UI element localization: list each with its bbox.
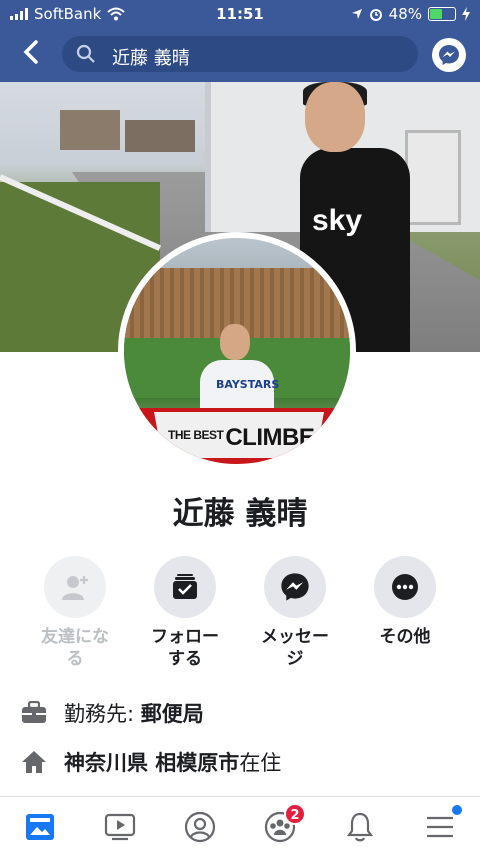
menu-icon: [427, 816, 453, 838]
search-query: 近藤 義晴: [112, 48, 190, 69]
tab-profile[interactable]: [180, 807, 220, 847]
battery-percent: 48%: [388, 5, 422, 23]
home-icon: [20, 748, 48, 776]
groups-badge: 2: [284, 803, 306, 825]
more-icon: [392, 574, 418, 600]
location-info: 神奈川県 相模原市 在住: [20, 745, 460, 779]
tab-news-feed[interactable]: [20, 807, 60, 847]
profile-actions: 友達にな る フォロー する メッセー ジ その他: [0, 556, 480, 676]
messenger-icon: [281, 573, 309, 601]
charging-icon: [462, 7, 470, 21]
briefcase-icon: [20, 699, 48, 727]
nav-bar: 近藤 義晴: [0, 30, 480, 80]
avatar-jersey-text: BAYSTARS: [216, 378, 280, 391]
search-bar[interactable]: 近藤 義晴: [62, 36, 418, 72]
message-label: メッセー ジ: [261, 627, 329, 669]
news-feed-icon: [26, 814, 54, 840]
messenger-button[interactable]: [432, 38, 466, 72]
header-bar: SoftBank 11:51 48% 近藤 義晴: [0, 0, 480, 82]
status-bar: SoftBank 11:51 48%: [0, 0, 480, 28]
battery-icon: [428, 7, 456, 21]
back-button[interactable]: [16, 40, 46, 70]
add-friend-button[interactable]: 友達にな る: [25, 556, 125, 670]
profile-picture[interactable]: BAYSTARS THE BESTCLIMBE: [118, 232, 356, 470]
bottom-tab-bar: 2: [0, 796, 480, 854]
search-icon: [76, 44, 95, 63]
message-button[interactable]: メッセー ジ: [245, 556, 345, 670]
messenger-icon: [439, 45, 459, 65]
add-friend-icon: [62, 576, 88, 600]
bell-icon: [346, 812, 374, 842]
more-button[interactable]: その他: [355, 556, 455, 648]
alarm-icon: [369, 9, 382, 21]
follow-button[interactable]: フォロー する: [135, 556, 235, 670]
add-friend-label: 友達にな る: [41, 627, 109, 669]
tab-notifications[interactable]: [340, 807, 380, 847]
work-info: 勤務先: 郵便局: [20, 696, 460, 730]
work-prefix: 勤務先:: [64, 702, 141, 726]
menu-notification-dot: [452, 805, 462, 815]
follow-icon: [173, 574, 197, 599]
chevron-left-icon: [23, 40, 38, 64]
location-value[interactable]: 神奈川県 相模原市: [64, 747, 239, 777]
location-suffix: 在住: [239, 751, 282, 775]
follow-label: フォロー する: [151, 627, 219, 669]
video-icon: [104, 813, 136, 841]
tab-menu[interactable]: [420, 805, 462, 847]
profile-icon: [184, 811, 216, 843]
tab-watch[interactable]: [100, 807, 140, 847]
avatar-banner-text: THE BESTCLIMBE: [168, 424, 315, 451]
cover-jersey-logo: sky: [312, 204, 363, 237]
location-icon: [351, 9, 362, 19]
more-label: その他: [379, 627, 431, 647]
profile-name: 近藤 義晴: [172, 496, 308, 532]
tab-groups[interactable]: 2: [260, 803, 306, 847]
work-value[interactable]: 郵便局: [141, 698, 204, 728]
